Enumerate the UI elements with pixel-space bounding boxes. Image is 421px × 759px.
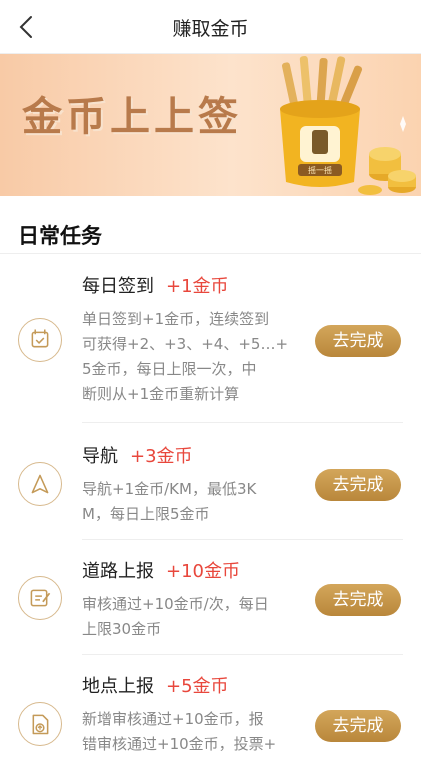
task-description: 新增审核通过+10金币，报 错审核通过+10金币，投票+ bbox=[82, 707, 304, 757]
complete-task-button[interactable]: 去完成 bbox=[315, 469, 401, 501]
task-divider bbox=[82, 422, 403, 423]
header: 赚取金币 bbox=[0, 0, 421, 54]
task-description: 审核通过+10金币/次，每日 上限30金币 bbox=[82, 592, 304, 642]
task-description-line: 单日签到+1金币，连续签到 bbox=[82, 310, 270, 328]
complete-task-button[interactable]: 去完成 bbox=[315, 584, 401, 616]
page-title: 赚取金币 bbox=[172, 18, 249, 40]
task-reward: +3金币 bbox=[130, 446, 193, 467]
task-description-line: 断则从+1金币重新计算 bbox=[82, 385, 240, 403]
task-title-row: 地点上报 +5金币 bbox=[82, 672, 229, 698]
task-name: 道路上报 bbox=[82, 561, 154, 582]
complete-task-button[interactable]: 去完成 bbox=[315, 710, 401, 742]
complete-task-button[interactable]: 去完成 bbox=[315, 325, 401, 357]
edit-report-icon bbox=[18, 576, 62, 620]
task-divider bbox=[82, 654, 403, 655]
task-title-row: 道路上报 +10金币 bbox=[82, 557, 240, 583]
banner[interactable]: 金币上上签 摇一摇 bbox=[0, 54, 421, 196]
task-title-row: 每日签到 +1金币 bbox=[82, 272, 229, 298]
coin-jar-icon: 摇一摇 bbox=[280, 56, 416, 195]
task-description-line: 可获得+2、+3、+4、+5…+ bbox=[82, 335, 289, 353]
task-name: 每日签到 bbox=[82, 276, 154, 297]
task-reward: +5金币 bbox=[166, 676, 229, 697]
task-description-line: 错审核通过+10金币，投票+ bbox=[82, 735, 277, 753]
section-divider bbox=[0, 253, 421, 254]
task-name: 地点上报 bbox=[82, 676, 154, 697]
banner-title: 金币上上签 bbox=[22, 93, 242, 140]
task-description-line: M，每日上限5金币 bbox=[82, 505, 210, 523]
task-reward: +10金币 bbox=[166, 561, 240, 582]
task-description-line: 5金币，每日上限一次，中 bbox=[82, 360, 257, 378]
location-upload-icon bbox=[18, 702, 62, 746]
task-reward: +1金币 bbox=[166, 276, 229, 297]
calendar-check-icon bbox=[18, 318, 62, 362]
section-title: 日常任务 bbox=[18, 224, 102, 248]
task-description: 单日签到+1金币，连续签到 可获得+2、+3、+4、+5…+ 5金币，每日上限一… bbox=[82, 307, 304, 407]
task-divider bbox=[82, 539, 403, 540]
task-name: 导航 bbox=[82, 446, 118, 467]
task-description-line: 审核通过+10金币/次，每日 bbox=[82, 595, 269, 613]
task-description-line: 新增审核通过+10金币，报 bbox=[82, 710, 264, 728]
jar-label: 摇一摇 bbox=[308, 165, 332, 175]
task-description-line: 导航+1金币/KM，最低3K bbox=[82, 480, 257, 498]
task-description-line: 上限30金币 bbox=[82, 620, 162, 638]
navigation-arrow-icon bbox=[18, 462, 62, 506]
task-description: 导航+1金币/KM，最低3K M，每日上限5金币 bbox=[82, 477, 304, 527]
task-title-row: 导航 +3金币 bbox=[82, 442, 193, 468]
